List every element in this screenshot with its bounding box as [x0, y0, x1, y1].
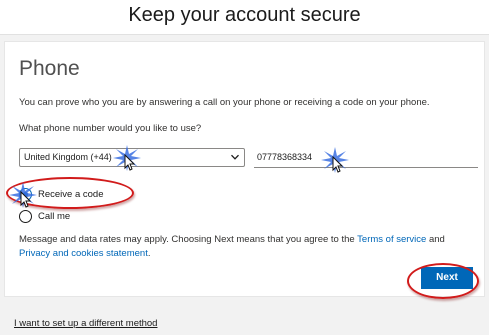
phone-number-input[interactable]: 07778368334 [254, 148, 478, 168]
country-code-value: United Kingdom (+44) [24, 152, 112, 162]
click-burst-icon [113, 145, 141, 171]
call-me-label[interactable]: Call me [38, 211, 70, 222]
disclaimer-text: Message and data rates may apply. Choosi… [19, 233, 474, 261]
disclaimer-prefix: Message and data rates may apply. Choosi… [19, 234, 358, 245]
terms-of-service-link[interactable]: Terms of service [357, 234, 426, 245]
disclaimer-and: and [426, 234, 445, 245]
privacy-statement-link[interactable]: Privacy and cookies statement [19, 248, 148, 259]
phone-number-value: 07778368334 [257, 152, 313, 162]
section-title: Phone [19, 57, 80, 80]
page-header: Keep your account secure [0, 0, 489, 35]
click-burst-icon [321, 147, 349, 173]
click-burst-icon [9, 182, 37, 208]
different-method-link[interactable]: I want to set up a different method [14, 318, 157, 329]
disclaimer-suffix: . [147, 248, 151, 259]
phone-setup-card: Phone You can prove who you are by answe… [4, 41, 485, 297]
page-title: Keep your account secure [128, 4, 361, 26]
chevron-down-icon [231, 154, 239, 160]
next-button-highlight-ring [407, 263, 479, 299]
intro-text: You can prove who you are by answering a… [19, 97, 430, 108]
call-me-radio[interactable] [19, 210, 32, 223]
phone-question-label: What phone number would you like to use? [19, 123, 202, 134]
